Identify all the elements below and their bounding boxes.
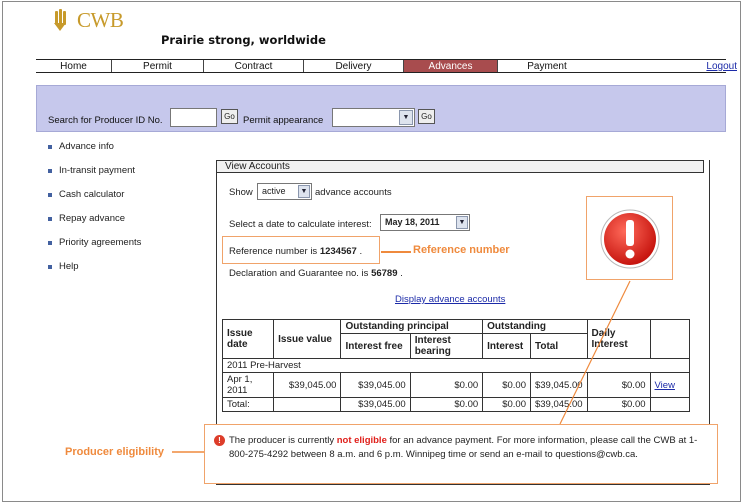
date-label: Select a date to calculate interest:	[229, 219, 372, 230]
cell-interest: $0.00	[482, 372, 531, 398]
table-row: Apr 1, 2011 $39,045.00 $39,045.00 $0.00 …	[221, 372, 691, 398]
bullet-icon	[48, 145, 52, 149]
producer-id-input[interactable]	[170, 108, 217, 127]
chevron-down-icon: ▼	[298, 185, 310, 198]
interest-date-select[interactable]: May 18, 2011 ▼	[380, 214, 470, 231]
main-nav: Home Permit Contract Delivery Advances P…	[36, 59, 726, 73]
cell-daily-interest: $0.00	[586, 372, 651, 398]
reference-line: Reference number is 1234567 .	[229, 246, 363, 257]
group-label: 2011 Pre-Harvest	[222, 358, 690, 373]
display-advance-accounts-link[interactable]: Display advance accounts	[395, 294, 505, 305]
cell-total: $39,045.00	[529, 372, 588, 398]
header-daily-interest: Daily Interest	[586, 319, 651, 359]
total-label: Total:	[221, 397, 275, 412]
show-suffix: advance accounts	[315, 187, 392, 198]
chevron-down-icon: ▼	[399, 110, 413, 125]
cell-issue-date: Apr 1, 2011	[221, 372, 275, 398]
nav-payment[interactable]: Payment	[498, 60, 596, 72]
producer-id-label: Search for Producer ID No.	[48, 115, 163, 126]
sidebar-item-priority-agreements[interactable]: Priority agreements	[46, 237, 141, 261]
sidebar-item-cash-calculator[interactable]: Cash calculator	[46, 189, 141, 213]
sidebar-item-in-transit-payment[interactable]: In-transit payment	[46, 165, 141, 189]
reference-number: 1234567	[319, 246, 357, 257]
cell-interest-free: $39,045.00	[340, 372, 411, 398]
table-group-row: 2011 Pre-Harvest	[222, 358, 690, 373]
nav-permit[interactable]: Permit	[112, 60, 204, 72]
table-total-row: Total: $39,045.00 $0.00 $0.00 $39,045.00…	[221, 397, 691, 412]
bullet-icon	[48, 241, 52, 245]
search-bar: Search for Producer ID No. Go Permit app…	[36, 85, 726, 132]
eligibility-message: The producer is currently not eligible f…	[229, 435, 698, 460]
chevron-down-icon: ▼	[456, 216, 468, 229]
nav-contract[interactable]: Contract	[204, 60, 304, 72]
nav-advances[interactable]: Advances	[404, 60, 498, 72]
bullet-icon	[48, 193, 52, 197]
header-interest-bearing: Interest bearing	[409, 333, 484, 359]
total-interest-free: $39,045.00	[340, 397, 411, 412]
exclamation-alert-icon	[600, 209, 660, 269]
bullet-icon	[48, 169, 52, 173]
total-interest: $0.00	[482, 397, 531, 412]
total-daily-interest: $0.00	[586, 397, 651, 412]
error-icon: !	[214, 435, 225, 446]
nav-home[interactable]: Home	[36, 60, 112, 72]
header-total: Total	[529, 333, 588, 359]
tagline: Prairie strong, worldwide	[161, 33, 326, 47]
total-interest-bearing: $0.00	[409, 397, 484, 412]
permit-go-button[interactable]: Go	[418, 109, 435, 124]
header-interest: Interest	[482, 333, 531, 359]
declaration-line: Declaration and Guarantee no. is 56789 .	[229, 268, 403, 279]
bullet-icon	[48, 265, 52, 269]
wheat-logo-icon	[54, 9, 66, 31]
sidebar-item-help[interactable]: Help	[46, 261, 141, 285]
bullet-icon	[48, 217, 52, 221]
declaration-number: 56789	[371, 268, 398, 279]
permit-appearance-label: Permit appearance	[243, 115, 324, 126]
logo-text: CWB	[77, 7, 124, 32]
logout-link[interactable]: Logout	[706, 61, 737, 72]
permit-appearance-select[interactable]: ▼	[332, 108, 415, 127]
eligibility-message-box: ! The producer is currently not eligible…	[204, 424, 718, 484]
alert-highlight-box	[586, 196, 673, 280]
cell-interest-bearing: $0.00	[409, 372, 484, 398]
not-eligible-text: not eligible	[336, 435, 387, 446]
nav-delivery[interactable]: Delivery	[304, 60, 404, 72]
header-issue-value: Issue value	[273, 319, 342, 359]
reference-callout: Reference number	[413, 244, 510, 256]
reference-callout-line	[381, 251, 411, 253]
header-interest-free: Interest free	[340, 333, 411, 359]
header-outstanding: Outstanding	[482, 319, 588, 334]
sidebar-item-advance-info[interactable]: Advance info	[46, 141, 141, 165]
side-nav: Advance info In-transit payment Cash cal…	[46, 141, 141, 285]
cell-issue-value: $39,045.00	[273, 372, 342, 398]
eligibility-callout: Producer eligibility	[65, 446, 165, 458]
panel-title: View Accounts	[216, 160, 704, 173]
header-issue-date: Issue date	[221, 319, 275, 359]
account-status-select[interactable]: active ▼	[257, 183, 312, 200]
cwb-logo: CWB	[54, 7, 124, 32]
header-outstanding-principal: Outstanding principal	[340, 319, 484, 334]
accounts-table: Issue date Issue value Outstanding princ…	[221, 319, 691, 412]
sidebar-item-repay-advance[interactable]: Repay advance	[46, 213, 141, 237]
producer-go-button[interactable]: Go	[221, 109, 238, 124]
view-account-link[interactable]: View	[655, 380, 675, 391]
header-action	[649, 319, 691, 359]
total-outstanding: $39,045.00	[529, 397, 588, 412]
show-label: Show	[229, 187, 253, 198]
